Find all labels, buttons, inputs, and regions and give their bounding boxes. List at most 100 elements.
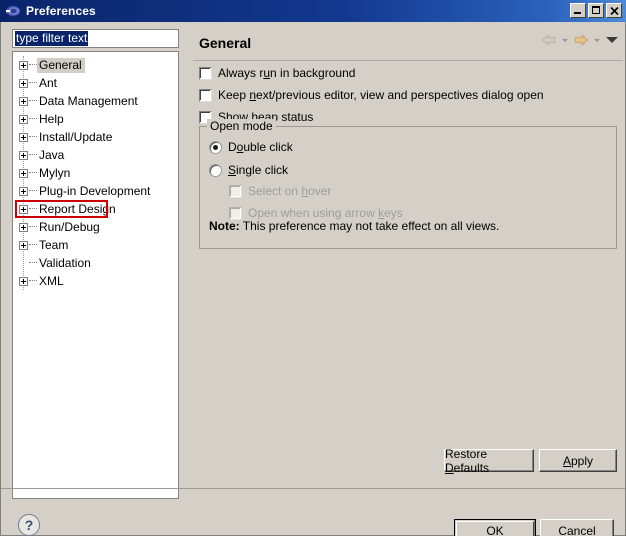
forward-dropdown-icon[interactable] bbox=[593, 33, 601, 47]
tree-item-label: Report Design bbox=[39, 201, 116, 216]
close-icon bbox=[610, 6, 619, 16]
radio-double-click[interactable]: Double click bbox=[209, 140, 293, 154]
tree-item-label: Team bbox=[39, 237, 69, 252]
checkbox-select-on-hover[interactable]: Select on hover bbox=[229, 184, 331, 198]
window-controls bbox=[570, 3, 622, 18]
checkbox-label: Open when using arrow keys bbox=[248, 206, 403, 220]
preference-page-general: General Always run in background Keep ne… bbox=[191, 22, 625, 482]
tree-item-general[interactable]: General bbox=[13, 56, 178, 74]
open-mode-note: Note: This preference may not take effec… bbox=[209, 219, 499, 233]
close-button[interactable] bbox=[606, 3, 622, 18]
tree-connector bbox=[29, 136, 37, 138]
tree-connector bbox=[29, 244, 37, 246]
tree-item-run-debug[interactable]: Run/Debug bbox=[13, 218, 178, 236]
forward-arrow-icon[interactable] bbox=[573, 33, 589, 47]
tree-inner: General Ant Data Management Help Install… bbox=[13, 52, 178, 290]
apply-label: Apply bbox=[562, 453, 594, 468]
tree-item-xml[interactable]: XML bbox=[13, 272, 178, 290]
checkbox-open-when-using-arrow-keys[interactable]: Open when using arrow keys bbox=[229, 206, 403, 220]
tree-connector bbox=[29, 262, 37, 264]
tree-item-label: XML bbox=[39, 273, 64, 288]
checkbox-label: Keep next/previous editor, view and pers… bbox=[218, 88, 544, 102]
checkbox-keep-next-previous-editor[interactable]: Keep next/previous editor, view and pers… bbox=[199, 88, 544, 102]
tree-connector bbox=[29, 226, 37, 228]
cancel-button[interactable]: Cancel bbox=[540, 519, 614, 536]
tree-item-plug-in-development[interactable]: Plug-in Development bbox=[13, 182, 178, 200]
expand-plus-icon[interactable] bbox=[19, 168, 28, 178]
view-menu-icon[interactable] bbox=[605, 33, 619, 47]
back-arrow-icon[interactable] bbox=[541, 33, 557, 47]
tree-connector bbox=[29, 82, 37, 84]
tree-connector bbox=[29, 208, 37, 210]
radio-single-click[interactable]: Single click bbox=[209, 163, 288, 177]
checkbox-always-run-in-background[interactable]: Always run in background bbox=[199, 66, 355, 80]
tree-item-label: Run/Debug bbox=[39, 219, 100, 234]
expand-plus-icon[interactable] bbox=[19, 222, 28, 232]
eclipse-icon bbox=[5, 3, 21, 19]
help-icon[interactable]: ? bbox=[18, 514, 40, 536]
tree-item-install-update[interactable]: Install/Update bbox=[13, 128, 178, 146]
page-nav-icons bbox=[541, 33, 619, 47]
dialog-body: type filter text General Ant Data Manage… bbox=[0, 22, 626, 536]
filter-input-value: type filter text bbox=[15, 31, 89, 46]
maximize-button[interactable] bbox=[588, 3, 604, 18]
checkbox-box[interactable] bbox=[199, 88, 212, 102]
cancel-button-label: Cancel bbox=[558, 524, 596, 536]
checkbox-label: Always run in background bbox=[218, 66, 356, 80]
expand-plus-icon[interactable] bbox=[19, 60, 28, 70]
group-open-mode: Open mode Double click Single click Sele… bbox=[199, 119, 617, 249]
back-dropdown-icon[interactable] bbox=[561, 33, 569, 47]
expand-plus-icon[interactable] bbox=[19, 114, 28, 124]
tree-connector bbox=[29, 100, 37, 102]
radio-button[interactable] bbox=[209, 163, 222, 177]
tree-item-ant[interactable]: Ant bbox=[13, 74, 178, 92]
tree-item-label: Install/Update bbox=[39, 129, 113, 144]
minimize-button[interactable] bbox=[570, 3, 586, 18]
tree-item-label: Plug-in Development bbox=[39, 183, 151, 198]
tree-item-data-management[interactable]: Data Management bbox=[13, 92, 178, 110]
preferences-tree[interactable]: General Ant Data Management Help Install… bbox=[12, 51, 179, 499]
page-title: General bbox=[199, 35, 252, 51]
bottom-separator bbox=[1, 488, 625, 489]
tree-item-validation[interactable]: Validation bbox=[13, 254, 178, 272]
expand-plus-icon[interactable] bbox=[19, 204, 28, 214]
expand-plus-icon[interactable] bbox=[19, 150, 28, 160]
checkbox-box[interactable] bbox=[199, 66, 212, 80]
tree-item-report-design[interactable]: Report Design bbox=[13, 200, 178, 218]
tree-item-team[interactable]: Team bbox=[13, 236, 178, 254]
ok-button[interactable]: OK bbox=[454, 519, 536, 536]
expand-plus-icon[interactable] bbox=[19, 240, 28, 250]
tree-connector bbox=[29, 64, 37, 66]
group-title: Open mode bbox=[207, 119, 276, 133]
filter-input[interactable]: type filter text bbox=[12, 29, 179, 48]
radio-button[interactable] bbox=[209, 140, 222, 154]
expand-plus-icon[interactable] bbox=[19, 132, 28, 142]
tree-item-label: General bbox=[37, 57, 85, 73]
window-title: Preferences bbox=[26, 4, 96, 18]
tree-connector bbox=[29, 172, 37, 174]
tree-item-label: Help bbox=[39, 111, 64, 126]
expand-plus-icon[interactable] bbox=[19, 96, 28, 106]
tree-item-label: Data Management bbox=[39, 93, 138, 108]
tree-item-help[interactable]: Help bbox=[13, 110, 178, 128]
checkbox-box[interactable] bbox=[229, 206, 242, 220]
radio-label: Single click bbox=[228, 163, 289, 177]
radio-label: Double click bbox=[228, 140, 293, 154]
tree-connector bbox=[29, 190, 37, 192]
tree-item-label: Mylyn bbox=[39, 165, 71, 180]
apply-button[interactable]: Apply bbox=[539, 449, 617, 472]
checkbox-box[interactable] bbox=[229, 184, 242, 198]
header-separator bbox=[193, 60, 623, 61]
expand-plus-icon[interactable] bbox=[19, 186, 28, 196]
tree-connector bbox=[29, 118, 37, 120]
tree-item-label: Validation bbox=[39, 255, 91, 270]
tree-item-java[interactable]: Java bbox=[13, 146, 178, 164]
expand-plus-icon[interactable] bbox=[19, 78, 28, 88]
expand-plus-icon[interactable] bbox=[19, 276, 28, 286]
tree-item-mylyn[interactable]: Mylyn bbox=[13, 164, 178, 182]
restore-defaults-button[interactable]: Restore Defaults bbox=[444, 447, 534, 475]
title-bar: Preferences bbox=[0, 0, 626, 22]
maximize-icon bbox=[592, 6, 600, 14]
tree-item-label: Ant bbox=[39, 75, 58, 90]
